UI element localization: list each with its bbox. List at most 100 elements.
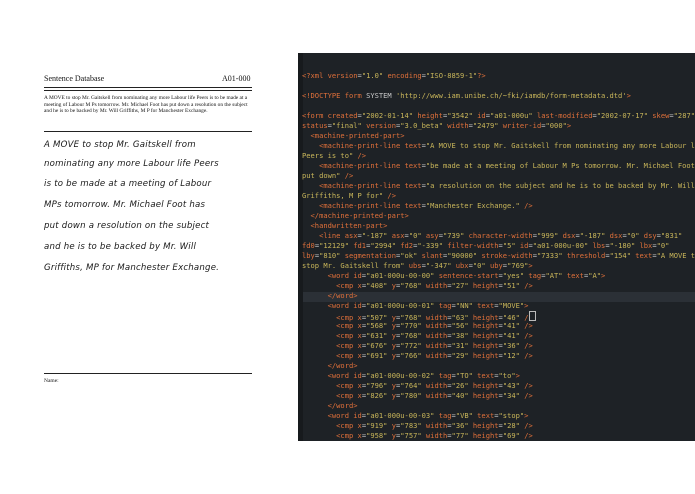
code-token: threshold bbox=[562, 251, 606, 260]
code-line[interactable]: </machine-printed-part> bbox=[302, 211, 409, 221]
text-cursor bbox=[529, 311, 537, 321]
code-token: 'http://www.iam.unibe.ch/~fki/iamdb/form… bbox=[395, 91, 627, 100]
code-token: y bbox=[387, 391, 396, 400]
code-line[interactable]: <cmp x="507" y="768" width="63" height="… bbox=[302, 311, 537, 322]
code-line[interactable]: <cmp x="676" y="772" width="31" height="… bbox=[302, 341, 533, 351]
code-line[interactable]: <handwritten-part> bbox=[302, 221, 388, 231]
code-token: "12" bbox=[502, 351, 520, 360]
xml-editor[interactable]: <?xml version="1.0" encoding="ISO-8859-1… bbox=[298, 53, 695, 441]
code-token: "ok" bbox=[400, 251, 418, 260]
code-token: "2994" bbox=[370, 241, 396, 250]
code-token: width bbox=[421, 321, 448, 330]
code-token: height bbox=[468, 321, 499, 330]
code-line[interactable]: <cmp x="826" y="780" width="40" height="… bbox=[302, 391, 533, 401]
code-token: ubx bbox=[451, 261, 469, 270]
code-token: tag bbox=[434, 301, 452, 310]
code-token: <machine-printed-part> bbox=[302, 131, 405, 140]
code-line[interactable]: <cmp x="631" y="768" width="38" height="… bbox=[302, 331, 533, 341]
code-line[interactable]: <machine-print-line text="A MOVE to stop… bbox=[302, 141, 695, 151]
code-token: width bbox=[421, 351, 448, 360]
code-token: ?> bbox=[477, 71, 486, 80]
code-token: <form bbox=[302, 111, 328, 120]
code-token: width bbox=[442, 121, 469, 130]
code-token: "408" bbox=[366, 281, 388, 290]
code-line[interactable]: Peers is to" /> bbox=[302, 151, 366, 161]
code-token: height bbox=[413, 111, 443, 120]
handwritten-line: MPs tomorrow. Mr. Michael Foot has bbox=[44, 200, 206, 210]
code-token: "yes" bbox=[502, 271, 525, 280]
code-line[interactable]: <cmp x="796" y="764" width="26" height="… bbox=[302, 381, 533, 391]
handwritten-line: Griffiths, MP for Manchester Exchange. bbox=[44, 263, 220, 273]
code-token: lbx bbox=[635, 241, 653, 250]
code-token: width bbox=[421, 341, 448, 350]
code-line[interactable]: put down" /> bbox=[302, 171, 353, 181]
handwritten-line: put down a resolution on the subject bbox=[44, 221, 210, 231]
code-token: "77" bbox=[451, 431, 469, 440]
code-line[interactable]: <word id="a01-000u-00-00" sentence-start… bbox=[302, 271, 606, 281]
code-line[interactable]: <form created="2002-01-14" height="3542"… bbox=[302, 111, 695, 121]
code-token: "41" bbox=[502, 331, 520, 340]
code-line[interactable]: <cmp x="568" y="770" width="56" height="… bbox=[302, 321, 533, 331]
code-token: <cmp bbox=[302, 421, 358, 430]
code-line[interactable]: lby="810" segmentation="ok" slant="90000… bbox=[302, 251, 695, 261]
code-line[interactable]: <cmp x="958" y="757" width="77" height="… bbox=[302, 431, 533, 441]
code-line[interactable]: <!DOCTYPE form SYSTEM 'http://www.iam.un… bbox=[302, 91, 631, 101]
code-token: id bbox=[353, 411, 362, 420]
form-image-panel: Sentence Database A01-000 A MOVE to stop… bbox=[0, 53, 288, 441]
code-token: "-339" bbox=[417, 241, 443, 250]
code-token: "Manchester Exchange." bbox=[425, 201, 520, 210]
code-line[interactable]: Griffiths, M P for" /> bbox=[302, 191, 396, 201]
code-token: lby bbox=[302, 251, 315, 260]
code-token: "38" bbox=[451, 331, 469, 340]
handwritten-line: is to be made at a meeting of Labour bbox=[44, 179, 212, 189]
code-line[interactable]: fd0="12129" fd1="2994" fd2="-339" filter… bbox=[302, 241, 669, 251]
code-line[interactable]: <line asx="-187" asx="0" asy="739" chara… bbox=[302, 231, 682, 241]
code-token: "43" bbox=[502, 381, 520, 390]
code-token: id bbox=[353, 271, 362, 280]
code-token: "287" bbox=[673, 111, 695, 120]
screenshot-root: { "document": { "form_title": "Sentence … bbox=[0, 0, 695, 494]
code-token: height bbox=[468, 351, 499, 360]
code-line[interactable]: <machine-printed-part> bbox=[302, 131, 405, 141]
code-token: "0" bbox=[408, 231, 422, 240]
code-token: id bbox=[472, 111, 486, 120]
code-token: segmentation bbox=[340, 251, 396, 260]
code-line[interactable]: <word id="a01-000u-00-03" tag="VB" text=… bbox=[302, 411, 529, 421]
code-token: "VB" bbox=[455, 411, 473, 420]
code-token: "772" bbox=[400, 341, 422, 350]
code-line[interactable]: <cmp x="691" y="766" width="29" height="… bbox=[302, 351, 533, 361]
code-line[interactable]: stop Mr. Gaitskell from" ubs="-347" ubx=… bbox=[302, 261, 533, 271]
code-token: id bbox=[515, 241, 529, 250]
code-line[interactable]: <cmp x="919" y="783" width="36" height="… bbox=[302, 421, 533, 431]
code-token: y bbox=[387, 331, 396, 340]
code-token: width bbox=[421, 391, 448, 400]
code-token: "AT" bbox=[545, 271, 563, 280]
code-line[interactable]: <word id="a01-000u-00-01" tag="NN" text=… bbox=[302, 301, 529, 311]
code-line[interactable]: </word> bbox=[302, 361, 358, 371]
code-line[interactable]: <machine-print-line text="Manchester Exc… bbox=[302, 201, 533, 211]
code-token: "783" bbox=[400, 421, 422, 430]
code-line[interactable]: </word> bbox=[302, 291, 358, 301]
code-token: "to" bbox=[498, 371, 516, 380]
code-token: /> bbox=[383, 191, 396, 200]
code-token: fd1 bbox=[349, 241, 367, 250]
code-line[interactable]: <machine-print-line text="be made at a m… bbox=[302, 161, 695, 171]
code-line[interactable]: <machine-print-line text="a resolution o… bbox=[302, 181, 695, 191]
code-line[interactable]: <cmp x="408" y="768" width="27" height="… bbox=[302, 281, 533, 291]
code-line[interactable]: </word> bbox=[302, 401, 358, 411]
name-label: Name: bbox=[44, 378, 59, 384]
code-token: "-347" bbox=[425, 261, 452, 270]
code-token: "768" bbox=[400, 281, 422, 290]
code-line[interactable]: status="final" version="3.0_beta" width=… bbox=[302, 121, 571, 131]
code-token: "676" bbox=[366, 341, 388, 350]
code-token: "2002-01-14" bbox=[361, 111, 414, 120]
code-token: "568" bbox=[366, 321, 388, 330]
code-token: "0" bbox=[656, 241, 670, 250]
code-token: /> bbox=[519, 331, 533, 340]
code-line[interactable]: <word id="a01-000u-00-02" tag="TO" text=… bbox=[302, 371, 520, 381]
code-token: /> bbox=[340, 171, 354, 180]
code-token: "-187" bbox=[361, 231, 388, 240]
code-token: <cmp bbox=[302, 341, 358, 350]
code-token: "31" bbox=[451, 341, 469, 350]
code-line[interactable]: <?xml version="1.0" encoding="ISO-8859-1… bbox=[302, 71, 486, 81]
